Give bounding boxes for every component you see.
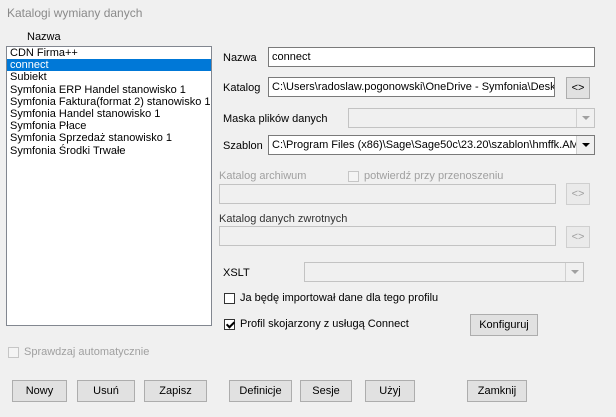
- connect-checkbox[interactable]: [224, 318, 235, 330]
- chevron-down-icon: [576, 109, 594, 127]
- uzyj-button[interactable]: Użyj: [365, 380, 415, 402]
- sesje-button[interactable]: Sesje: [300, 380, 352, 402]
- list-item[interactable]: CDN Firma++: [7, 47, 211, 59]
- chevron-down-icon: [565, 263, 583, 281]
- archiwum-browse-button[interactable]: <>: [566, 183, 590, 205]
- archiwum-label: Katalog archiwum: [219, 170, 307, 182]
- connect-row: Profil skojarzony z usługą Connect: [224, 318, 409, 330]
- list-item[interactable]: Symfonia Płace: [7, 120, 211, 132]
- sprawdzaj-label: Sprawdzaj automatycznie: [24, 346, 150, 358]
- zapisz-button[interactable]: Zapisz: [144, 380, 207, 402]
- import-checkbox[interactable]: [224, 292, 235, 304]
- zwrotny-label: Katalog danych zwrotnych: [219, 213, 348, 225]
- maska-label: Maska plików danych: [223, 113, 328, 125]
- definicje-button[interactable]: Definicje: [229, 380, 292, 402]
- maska-select[interactable]: [348, 108, 595, 128]
- zwrotny-input[interactable]: [219, 226, 556, 246]
- archiwum-input[interactable]: [219, 184, 556, 204]
- konfiguruj-button[interactable]: Konfiguruj: [470, 314, 538, 336]
- szablon-select[interactable]: C:\Program Files (x86)\Sage\Sage50c\23.2…: [268, 135, 595, 155]
- list-item[interactable]: Symfonia Faktura(format 2) stanowisko 1: [7, 96, 211, 108]
- list-item[interactable]: connect: [7, 59, 211, 72]
- katalog-label: Katalog: [223, 82, 261, 94]
- sprawdzaj-checkbox[interactable]: [8, 346, 19, 358]
- xslt-label: XSLT: [223, 267, 250, 279]
- zamknij-button[interactable]: Zamknij: [467, 380, 527, 402]
- katalog-browse-button[interactable]: <>: [566, 77, 590, 99]
- list-item[interactable]: Symfonia Sprzedaż stanowisko 1: [7, 132, 211, 144]
- nazwa-label: Nazwa: [223, 52, 257, 64]
- potwierdz-label: potwierdź przy przenoszeniu: [364, 170, 504, 182]
- potwierdz-checkbox[interactable]: [348, 170, 359, 182]
- import-row: Ja będę importował dane dla tego profilu: [224, 292, 438, 304]
- list-item[interactable]: Subiekt: [7, 71, 211, 83]
- szablon-label: Szablon: [223, 140, 263, 152]
- zwrotny-browse-button[interactable]: <>: [566, 226, 590, 248]
- sprawdzaj-row: Sprawdzaj automatycznie: [8, 346, 149, 358]
- profile-list[interactable]: CDN Firma++ connect Subiekt Symfonia ERP Ha…: [6, 46, 212, 326]
- nowy-button[interactable]: Nowy: [12, 380, 67, 402]
- import-label: Ja będę importował dane dla tego profilu: [240, 292, 439, 304]
- katalog-input[interactable]: C:\Users\radoslaw.pogonowski\OneDrive - …: [268, 77, 555, 97]
- usun-button[interactable]: Usuń: [77, 380, 135, 402]
- list-item[interactable]: Symfonia Handel stanowisko 1: [7, 108, 211, 120]
- szablon-value: C:\Program Files (x86)\Sage\Sage50c\23.2…: [272, 139, 579, 151]
- group-title: Katalogi wymiany danych: [7, 6, 143, 20]
- connect-label: Profil skojarzony z usługą Connect: [240, 318, 409, 330]
- xslt-select[interactable]: [304, 262, 584, 282]
- list-column-header: Nazwa: [27, 31, 61, 43]
- list-item[interactable]: Symfonia Środki Trwałe: [7, 145, 211, 157]
- potwierdz-row: potwierdź przy przenoszeniu: [348, 170, 503, 182]
- nazwa-input[interactable]: connect: [268, 47, 595, 67]
- list-item[interactable]: Symfonia ERP Handel stanowisko 1: [7, 84, 211, 96]
- chevron-down-icon: [576, 136, 594, 154]
